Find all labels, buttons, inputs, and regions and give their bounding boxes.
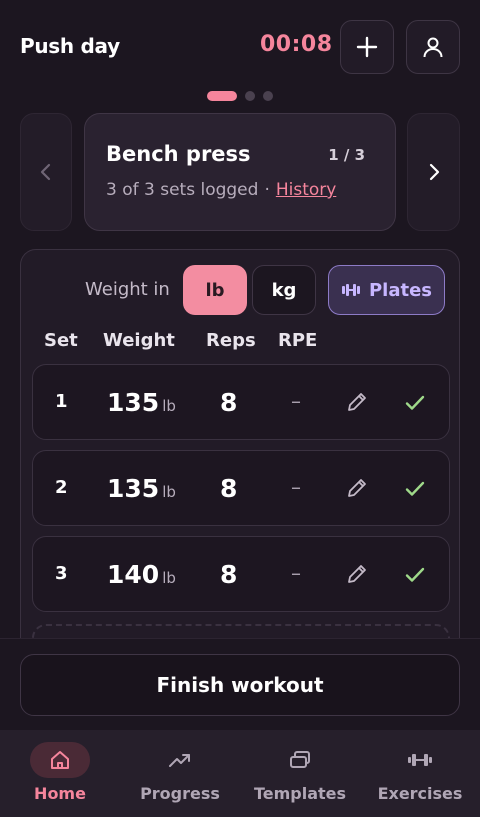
set-rpe: – — [291, 561, 301, 585]
workout-timer: 00:08 — [260, 32, 333, 57]
column-weight: Weight — [103, 330, 175, 351]
nav-label: Exercises — [377, 784, 463, 803]
exercise-name: Bench press — [106, 142, 251, 166]
nav-exercises[interactable]: Exercises — [360, 730, 480, 817]
set-row[interactable]: 1 135 lb 8 – — [32, 364, 450, 440]
set-reps: 8 — [220, 560, 238, 589]
chevron-left-icon — [40, 163, 51, 181]
set-number: 3 — [55, 563, 68, 584]
set-rpe: – — [291, 475, 301, 499]
templates-icon — [290, 751, 310, 768]
separator: · — [264, 180, 270, 200]
home-icon — [51, 751, 69, 769]
nav-icon-wrap — [30, 742, 90, 778]
chevron-right-icon — [429, 163, 439, 181]
plates-label: Plates — [368, 279, 433, 301]
set-reps: 8 — [220, 474, 238, 503]
exercise-position: 1 / 3 — [328, 146, 365, 164]
carousel-dot-active[interactable] — [207, 91, 237, 101]
set-number: 1 — [55, 391, 68, 412]
carousel-indicator — [0, 91, 480, 101]
weight-unit: lb — [162, 397, 176, 415]
set-weight: 135 lb — [107, 474, 176, 503]
nav-progress[interactable]: Progress — [120, 730, 240, 817]
sets-panel: Weight in lb kg Plates Set Weight Reps R… — [20, 249, 460, 669]
nav-label: Progress — [140, 784, 220, 803]
nav-templates[interactable]: Templates — [240, 730, 360, 817]
plates-icon — [341, 284, 360, 296]
plates-button[interactable]: Plates — [328, 265, 445, 315]
check-icon[interactable] — [403, 563, 427, 587]
sets-summary: 3 of 3 sets logged — [106, 180, 259, 200]
dumbbell-icon — [408, 754, 432, 766]
set-row[interactable]: 2 135 lb 8 – — [32, 450, 450, 526]
history-link[interactable]: History — [276, 180, 336, 200]
set-weight: 135 lb — [107, 388, 176, 417]
user-icon — [423, 37, 443, 58]
nav-icon-wrap — [390, 742, 450, 778]
workout-title: Push day — [20, 34, 120, 58]
next-exercise-button[interactable] — [407, 113, 460, 231]
unit-lb-button[interactable]: lb — [183, 265, 247, 315]
edit-icon[interactable] — [346, 391, 368, 413]
add-button[interactable] — [340, 20, 394, 74]
nav-label: Templates — [253, 784, 347, 803]
check-icon[interactable] — [403, 477, 427, 501]
unit-kg-button[interactable]: kg — [252, 265, 316, 315]
column-set: Set — [44, 330, 78, 351]
weight-unit: lb — [162, 483, 176, 501]
trending-up-icon — [169, 754, 190, 767]
footer-actions: Finish workout — [0, 638, 480, 730]
weight-unit-label: Weight in — [85, 279, 170, 300]
set-reps: 8 — [220, 388, 238, 417]
set-rpe: – — [291, 389, 301, 413]
profile-button[interactable] — [406, 20, 460, 74]
weight-value: 135 — [107, 474, 160, 503]
previous-exercise-button[interactable] — [20, 113, 72, 231]
edit-icon[interactable] — [346, 563, 368, 585]
nav-icon-wrap — [150, 742, 210, 778]
exercise-summary: 3 of 3 sets logged · History — [106, 180, 336, 200]
edit-icon[interactable] — [346, 477, 368, 499]
column-reps: Reps — [206, 330, 256, 351]
carousel-dot[interactable] — [245, 91, 255, 101]
finish-workout-button[interactable]: Finish workout — [20, 654, 460, 716]
weight-unit: lb — [162, 569, 176, 587]
nav-icon-wrap — [270, 742, 330, 778]
bottom-navigation: Home Progress Templates Exercises — [0, 730, 480, 817]
check-icon[interactable] — [403, 391, 427, 415]
exercise-card: Bench press 1 / 3 3 of 3 sets logged · His… — [84, 113, 396, 231]
header: Push day 00:08 — [0, 0, 480, 92]
carousel-dot[interactable] — [263, 91, 273, 101]
nav-home[interactable]: Home — [0, 730, 120, 817]
plus-icon — [356, 36, 378, 58]
set-number: 2 — [55, 477, 68, 498]
set-row[interactable]: 3 140 lb 8 – — [32, 536, 450, 612]
nav-label: Home — [34, 784, 86, 803]
weight-value: 135 — [107, 388, 160, 417]
column-rpe: RPE — [278, 330, 318, 351]
set-weight: 140 lb — [107, 560, 176, 589]
weight-value: 140 — [107, 560, 160, 589]
